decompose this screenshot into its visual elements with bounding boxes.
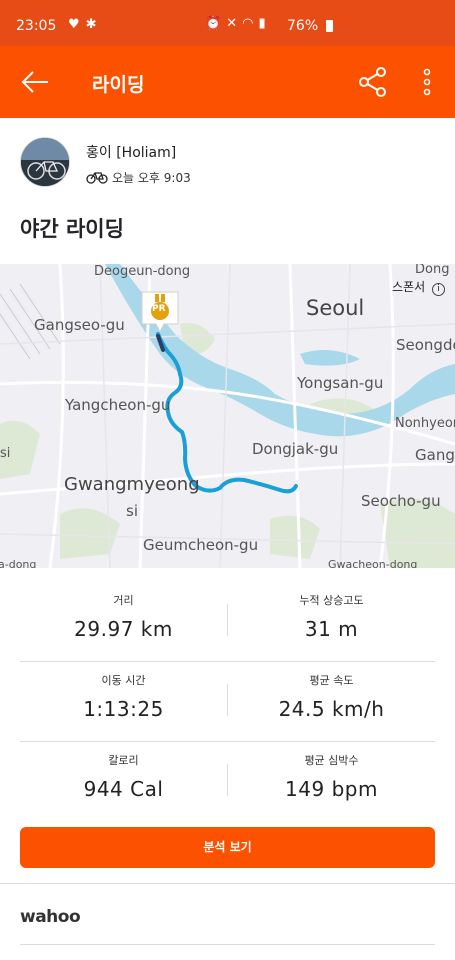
analyze-button[interactable]: 분석 보기 [20, 827, 435, 868]
map-canvas [0, 264, 455, 568]
stat-value: 1:13:25 [83, 697, 164, 721]
app-bar: 라이딩 [0, 46, 455, 118]
stat-calories: 칼로리 944 Cal [20, 752, 227, 801]
activity-title: 야간 라이딩 [20, 217, 124, 241]
map-label-seongdo: Seongdo [396, 336, 455, 354]
mute-icon: ✕ [226, 16, 243, 31]
share-icon[interactable] [357, 66, 389, 98]
stat-value: 24.5 km/h [278, 697, 385, 721]
map-label-dong: Dong [415, 264, 450, 277]
status-bar: 23:05 ♥✱ ⏰✕◠▮ 76% [0, 0, 455, 46]
bike-icon [86, 172, 108, 184]
map-label-dongjak: Dongjak-gu [252, 440, 339, 458]
stat-label: 평균 속도 [309, 674, 354, 687]
route-map[interactable]: PR Deogeun-dong Dong Gangseo-gu Seoul Se… [0, 264, 455, 568]
stat-avg-heart-rate: 평균 심박수 149 bpm [228, 752, 435, 801]
status-right-icons: ⏰✕◠▮ [205, 16, 271, 31]
sponsor-text: 스폰서 [392, 280, 426, 294]
map-label-yangcheon: Yangcheon-gu [65, 396, 171, 414]
divider [0, 883, 455, 884]
signal-icon: ▮ [258, 16, 271, 31]
map-label-gang: Gang [415, 446, 455, 464]
stat-value: 149 bpm [285, 777, 378, 801]
map-label-seoul: Seoul [306, 296, 365, 320]
stat-label: 이동 시간 [101, 674, 146, 687]
bike-photo [21, 138, 69, 186]
stats-row: 이동 시간 1:13:25 평균 속도 24.5 km/h [20, 662, 435, 742]
activity-meta: 오늘 오후 9:03 [86, 169, 191, 186]
stat-distance: 거리 29.97 km [20, 592, 227, 641]
pr-badge-label: PR [152, 304, 166, 314]
more-vertical-icon[interactable] [418, 68, 436, 96]
map-label-yongsan: Yongsan-gu [297, 374, 384, 392]
map-label-si-left: si [0, 446, 11, 461]
divider [20, 944, 435, 945]
map-label-deogeun: Deogeun-dong [94, 264, 191, 279]
stat-avg-speed: 평균 속도 24.5 km/h [228, 672, 435, 721]
map-label-gangseo: Gangseo-gu [34, 316, 125, 334]
heart-icon: ♥ [68, 17, 86, 32]
battery-icon [326, 20, 333, 32]
stat-value: 944 Cal [83, 777, 164, 801]
wifi-icon: ◠ [242, 16, 259, 31]
stat-label: 누적 상승고도 [299, 594, 364, 607]
stats-row: 거리 29.97 km 누적 상승고도 31 m [20, 582, 435, 662]
map-label-nonhyeon: Nonhyeon-d [395, 416, 455, 431]
stats-grid: 거리 29.97 km 누적 상승고도 31 m 이동 시간 1:13:25 평… [20, 582, 435, 822]
alarm-icon: ⏰ [205, 16, 227, 31]
map-label-bottom-left: a-dong [0, 558, 37, 568]
page-title: 라이딩 [92, 74, 145, 96]
stat-label: 평균 심박수 [304, 754, 359, 767]
map-label-gwangmyeong-si: si [126, 502, 138, 520]
athlete-header: 홍이 [Holiam] 오늘 오후 9:03 [20, 137, 440, 193]
stat-label: 칼로리 [108, 754, 139, 767]
arrow-left-icon[interactable] [20, 67, 50, 97]
device-label[interactable]: wahoo [20, 907, 81, 927]
status-time: 23:05 [16, 18, 57, 34]
athlete-name[interactable]: 홍이 [Holiam] [86, 142, 176, 162]
stat-elevation: 누적 상승고도 31 m [228, 592, 435, 641]
map-label-geumcheon: Geumcheon-gu [143, 536, 259, 554]
info-icon[interactable]: i [432, 283, 445, 296]
map-label-seocho: Seocho-gu [361, 492, 441, 510]
sponsor-label[interactable]: 스폰서 i [392, 278, 445, 296]
avatar[interactable] [20, 137, 70, 187]
activity-time: 오늘 오후 9:03 [112, 171, 191, 185]
map-label-gwacheon: Gwacheon-dong [328, 558, 418, 568]
stat-value: 29.97 km [74, 617, 173, 641]
bluetooth-icon: ✱ [85, 17, 103, 32]
stat-value: 31 m [304, 617, 359, 641]
stats-row: 칼로리 944 Cal 평균 심박수 149 bpm [20, 742, 435, 822]
status-left-icons: ♥✱ [68, 17, 103, 32]
map-label-gwangmyeong: Gwangmyeong [64, 474, 200, 495]
battery-percent: 76% [287, 18, 319, 34]
stat-label: 거리 [113, 594, 134, 607]
stat-moving-time: 이동 시간 1:13:25 [20, 672, 227, 721]
